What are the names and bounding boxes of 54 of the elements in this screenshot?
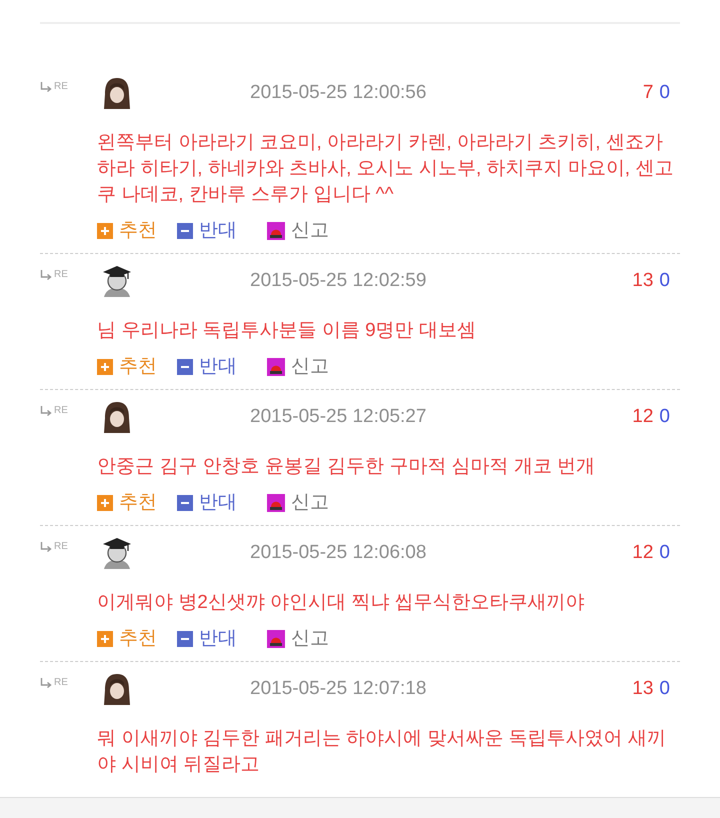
comment-text: 님 우리나라 독립투사분들 이름 9명만 대보셈	[97, 319, 477, 343]
reply-label: RE	[54, 542, 68, 552]
comment-date: 2015-05-25 12:05:27	[250, 404, 426, 429]
comment-date: 2015-05-25 12:07:18	[250, 676, 426, 701]
reply-label: RE	[54, 678, 68, 688]
upvote-count: 12	[632, 404, 654, 429]
minus-icon	[177, 631, 193, 647]
comment-text: 안중근 김구 안창호 윤봉길 김두한 구마적 심마적 개코 번개	[97, 455, 596, 479]
comment-date: 2015-05-25 12:02:59	[250, 268, 426, 293]
report-button[interactable]: 신고	[267, 219, 329, 243]
minus-icon	[177, 495, 193, 511]
upvote-count: 12	[632, 540, 654, 565]
report-button[interactable]: 신고	[267, 627, 329, 651]
upvote-count: 13	[632, 268, 654, 293]
plus-icon	[97, 631, 113, 647]
comment-date: 2015-05-25 12:00:56	[250, 80, 426, 105]
reply-arrow-icon	[40, 82, 52, 92]
upvote-button[interactable]: 추천	[97, 627, 157, 651]
reply-label: RE	[54, 270, 68, 280]
upvote-button[interactable]: 추천	[97, 355, 157, 379]
reply-label: RE	[54, 406, 68, 416]
comment-text: 뭐 이새끼야 김두한 패거리는 하야시에 맞서싸운 독립투사였어 새끼야 시비여 뒤질라고	[97, 727, 667, 777]
upvote-count: 7	[642, 80, 654, 105]
siren-icon	[267, 358, 285, 376]
comment-text: 이게뭐야 병2신샛꺄 야인시대 찍냐 씹무식한오타쿠새끼야	[97, 591, 586, 615]
reply-arrow-icon	[40, 406, 52, 416]
upvote-count: 13	[632, 676, 654, 701]
downvote-count: 0	[659, 676, 670, 701]
upvote-button[interactable]: 추천	[97, 491, 157, 515]
reply-arrow-icon	[40, 678, 52, 688]
downvote-count: 0	[659, 404, 670, 429]
reply-arrow-icon	[40, 270, 52, 280]
minus-icon	[177, 223, 193, 239]
reply-arrow-icon	[40, 542, 52, 552]
report-button[interactable]: 신고	[267, 355, 329, 379]
plus-icon	[97, 495, 113, 511]
downvote-button[interactable]: 반대	[177, 627, 237, 651]
siren-icon	[267, 494, 285, 512]
comment-text: 왼쪽부터 아라라기 코요미, 아라라기 카렌, 아라라기 츠키히, 센죠가하라 히타기, 하네카와 츠바사, 오시노 시노부, 하치쿠지 마요이, 센고쿠 나데코, 칸바루 스루가 입니다 ^^	[97, 131, 674, 207]
plus-icon	[97, 359, 113, 375]
minus-icon	[177, 359, 193, 375]
downvote-count: 0	[659, 268, 670, 293]
downvote-count: 0	[659, 540, 670, 565]
upvote-button[interactable]: 추천	[97, 219, 157, 243]
siren-icon	[267, 222, 285, 240]
plus-icon	[97, 223, 113, 239]
comment-date: 2015-05-25 12:06:08	[250, 540, 426, 565]
reply-label: RE	[54, 82, 68, 92]
downvote-button[interactable]: 반대	[177, 355, 237, 379]
downvote-button[interactable]: 반대	[177, 491, 237, 515]
report-button[interactable]: 신고	[267, 491, 329, 515]
siren-icon	[267, 630, 285, 648]
downvote-button[interactable]: 반대	[177, 219, 237, 243]
downvote-count: 0	[659, 80, 670, 105]
